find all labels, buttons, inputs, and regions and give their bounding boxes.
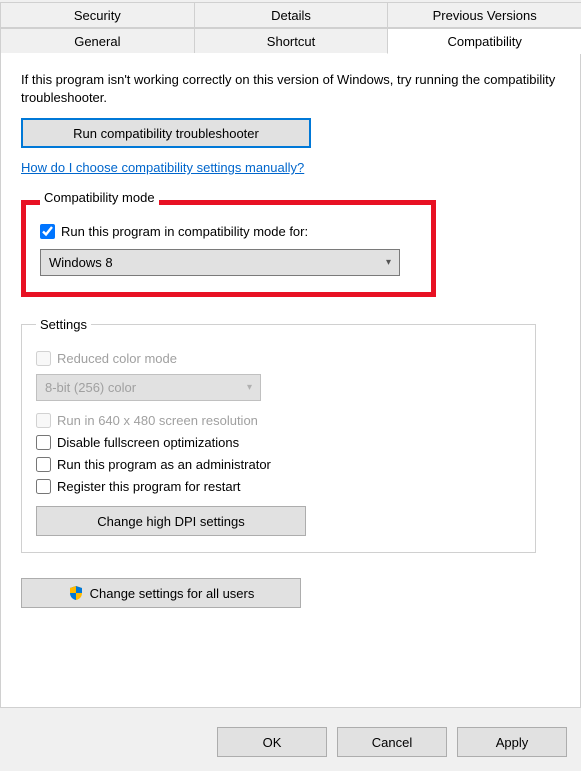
- dialog-buttons: OK Cancel Apply: [217, 727, 567, 757]
- run-admin-row[interactable]: Run this program as an administrator: [36, 457, 521, 472]
- compat-mode-select-value: Windows 8: [49, 255, 113, 270]
- change-all-users-button[interactable]: Change settings for all users: [21, 578, 301, 608]
- compat-mode-checkbox[interactable]: [40, 224, 55, 239]
- color-mode-select-value: 8-bit (256) color: [45, 380, 136, 395]
- tab-row-2: General Shortcut Compatibility: [0, 28, 581, 54]
- run-admin-label: Run this program as an administrator: [57, 457, 271, 472]
- run-640-row: Run in 640 x 480 screen resolution: [36, 413, 521, 428]
- disable-fullscreen-row[interactable]: Disable fullscreen optimizations: [36, 435, 521, 450]
- tab-security[interactable]: Security: [0, 2, 195, 28]
- settings-group: Settings Reduced color mode 8-bit (256) …: [21, 317, 536, 553]
- tab-strip: Security Details Previous Versions Gener…: [0, 0, 581, 708]
- register-restart-checkbox[interactable]: [36, 479, 51, 494]
- tab-general[interactable]: General: [0, 28, 195, 54]
- help-link[interactable]: How do I choose compatibility settings m…: [21, 160, 304, 175]
- apply-button[interactable]: Apply: [457, 727, 567, 757]
- run-640-checkbox: [36, 413, 51, 428]
- change-all-users-label: Change settings for all users: [90, 586, 255, 601]
- reduced-color-label: Reduced color mode: [57, 351, 177, 366]
- settings-legend: Settings: [36, 317, 91, 332]
- chevron-down-icon: ▾: [386, 257, 391, 268]
- run-troubleshooter-button[interactable]: Run compatibility troubleshooter: [21, 118, 311, 148]
- run-admin-checkbox[interactable]: [36, 457, 51, 472]
- color-mode-select: 8-bit (256) color ▾: [36, 374, 261, 401]
- properties-dialog: Security Details Previous Versions Gener…: [0, 0, 581, 771]
- compat-mode-select[interactable]: Windows 8 ▾: [40, 249, 400, 276]
- cancel-button[interactable]: Cancel: [337, 727, 447, 757]
- disable-fullscreen-checkbox[interactable]: [36, 435, 51, 450]
- reduced-color-checkbox: [36, 351, 51, 366]
- compat-mode-checkbox-label: Run this program in compatibility mode f…: [61, 224, 308, 239]
- compatibility-mode-legend: Compatibility mode: [40, 190, 159, 205]
- tab-content-compatibility: If this program isn't working correctly …: [0, 53, 581, 708]
- shield-icon: [68, 585, 84, 601]
- register-restart-label: Register this program for restart: [57, 479, 241, 494]
- run-640-label: Run in 640 x 480 screen resolution: [57, 413, 258, 428]
- chevron-down-icon: ▾: [247, 382, 252, 393]
- disable-fullscreen-label: Disable fullscreen optimizations: [57, 435, 239, 450]
- compatibility-mode-group: Compatibility mode Run this program in c…: [21, 195, 436, 297]
- intro-text: If this program isn't working correctly …: [21, 71, 560, 106]
- tab-shortcut[interactable]: Shortcut: [194, 28, 389, 54]
- ok-button[interactable]: OK: [217, 727, 327, 757]
- tab-details[interactable]: Details: [194, 2, 389, 28]
- compat-mode-checkbox-row[interactable]: Run this program in compatibility mode f…: [40, 224, 417, 239]
- tab-previous-versions[interactable]: Previous Versions: [387, 2, 581, 28]
- change-dpi-button[interactable]: Change high DPI settings: [36, 506, 306, 536]
- tab-compatibility[interactable]: Compatibility: [387, 28, 581, 54]
- reduced-color-row: Reduced color mode: [36, 351, 521, 366]
- register-restart-row[interactable]: Register this program for restart: [36, 479, 521, 494]
- tab-row-1: Security Details Previous Versions: [0, 2, 581, 28]
